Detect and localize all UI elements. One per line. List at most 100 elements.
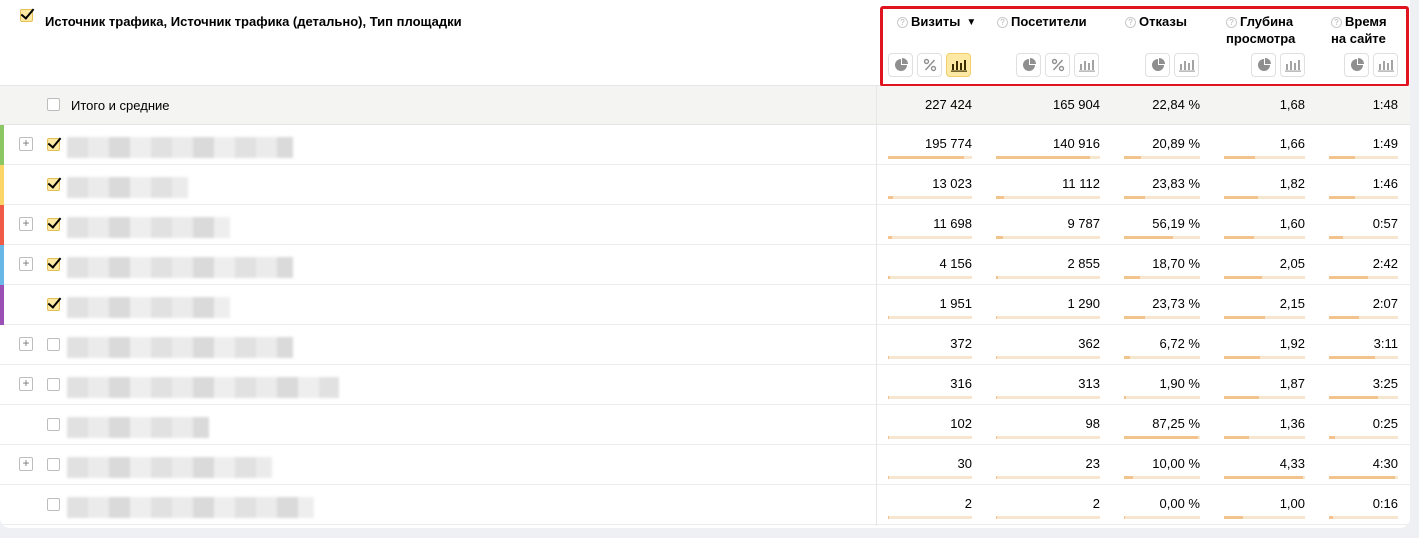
table-row[interactable]: 1 951 1 290 23,73 % 2,15 2:07 [0, 285, 1410, 325]
cell-time-on-site: 1:49 [1372, 136, 1398, 151]
column-divider [876, 86, 877, 526]
expand-row-button[interactable]: + [19, 337, 33, 351]
share-bar-time-on-site [1329, 196, 1398, 199]
cell-visitors: 2 [1092, 496, 1100, 511]
cell-bounces: 1,90 % [1159, 376, 1200, 391]
table-row[interactable]: +11 698 9 787 56,19 % 1,60 0:57 [0, 205, 1410, 245]
share-bar-bounces [1124, 356, 1200, 359]
cell-bounces: 56,19 % [1152, 216, 1200, 231]
cell-visitors: 23 [1085, 456, 1100, 471]
table-row[interactable]: +195 774 140 916 20,89 % 1,66 1:49 [0, 125, 1410, 165]
cell-visits: 316 [950, 376, 972, 391]
cell-bounces: 23,73 % [1152, 296, 1200, 311]
row-checkbox[interactable] [47, 378, 60, 391]
share-bar-visitors [996, 516, 1100, 519]
cell-depth: 1,36 [1279, 416, 1305, 431]
cell-bounces: 20,89 % [1152, 136, 1200, 151]
table-header: Источник трафика, Источник трафика (дета… [0, 0, 1410, 87]
cell-visitors: 1 290 [1067, 296, 1100, 311]
cell-depth: 1,92 [1279, 336, 1305, 351]
row-color-marker [0, 125, 4, 165]
share-bar-visitors [996, 436, 1100, 439]
table-row[interactable]: +4 156 2 855 18,70 % 2,05 2:42 [0, 245, 1410, 285]
dimensions-checkbox[interactable] [20, 9, 33, 22]
share-bar-visitors [996, 196, 1100, 199]
expand-row-button[interactable]: + [19, 377, 33, 391]
cell-time-on-site: 3:25 [1372, 376, 1398, 391]
share-bar-time-on-site [1329, 436, 1398, 439]
redacted-dimension-label [67, 497, 314, 518]
cell-depth: 1,82 [1279, 176, 1305, 191]
share-bar-bounces [1124, 156, 1200, 159]
table-row[interactable]: 2 2 0,00 % 1,00 0:16 [0, 485, 1410, 525]
share-bar-depth [1224, 316, 1305, 319]
share-bar-visits [888, 236, 972, 239]
row-checkbox[interactable] [47, 258, 60, 271]
row-color-marker [0, 165, 4, 205]
share-bar-depth [1224, 356, 1305, 359]
table-row[interactable]: +372 362 6,72 % 1,92 3:11 [0, 325, 1410, 365]
expand-row-button[interactable]: + [19, 137, 33, 151]
share-bar-bounces [1124, 436, 1200, 439]
redacted-dimension-label [67, 217, 230, 238]
row-checkbox[interactable] [47, 298, 60, 311]
share-bar-depth [1224, 436, 1305, 439]
share-bar-bounces [1124, 516, 1200, 519]
totals-label: Итого и средние [71, 98, 170, 113]
cell-depth: 1,00 [1279, 496, 1305, 511]
table-row[interactable]: +30 23 10,00 % 4,33 4:30 [0, 445, 1410, 485]
redacted-dimension-label [67, 177, 188, 198]
cell-visitors: 9 787 [1067, 216, 1100, 231]
cell-time-on-site: 0:25 [1372, 416, 1398, 431]
cell-visits: 30 [957, 456, 972, 471]
row-color-marker [0, 205, 4, 245]
dimensions-title[interactable]: Источник трафика, Источник трафика (дета… [45, 14, 462, 29]
cell-visitors: 98 [1085, 416, 1100, 431]
expand-row-button[interactable]: + [19, 257, 33, 271]
row-checkbox[interactable] [47, 138, 60, 151]
expand-row-button[interactable]: + [19, 457, 33, 471]
share-bar-time-on-site [1329, 156, 1398, 159]
share-bar-visits [888, 356, 972, 359]
report-table: Источник трафика, Источник трафика (дета… [0, 0, 1410, 528]
share-bar-time-on-site [1329, 476, 1398, 479]
share-bar-visits [888, 396, 972, 399]
share-bar-visits [888, 316, 972, 319]
cell-visitors: 140 916 [1053, 136, 1100, 151]
row-color-marker [0, 245, 4, 285]
row-checkbox[interactable] [47, 338, 60, 351]
row-color-marker [0, 285, 4, 325]
expand-row-button[interactable]: + [19, 217, 33, 231]
cell-visitors: 313 [1078, 376, 1100, 391]
share-bar-bounces [1124, 476, 1200, 479]
cell-time-on-site: 2:42 [1372, 256, 1398, 271]
cell-time-on-site: 4:30 [1372, 456, 1398, 471]
redacted-dimension-label [67, 377, 339, 398]
totals-value-depth: 1,68 [1279, 97, 1305, 112]
cell-visits: 1 951 [939, 296, 972, 311]
cell-bounces: 6,72 % [1159, 336, 1200, 351]
totals-checkbox[interactable] [47, 98, 60, 111]
cell-visitors: 362 [1078, 336, 1100, 351]
share-bar-visits [888, 436, 972, 439]
share-bar-bounces [1124, 396, 1200, 399]
cell-depth: 1,87 [1279, 376, 1305, 391]
redacted-dimension-label [67, 297, 230, 318]
table-row[interactable]: 102 98 87,25 % 1,36 0:25 [0, 405, 1410, 445]
share-bar-time-on-site [1329, 276, 1398, 279]
cell-visits: 2 [964, 496, 972, 511]
totals-value-visitors: 165 904 [1053, 97, 1100, 112]
row-checkbox[interactable] [47, 458, 60, 471]
table-row[interactable]: +316 313 1,90 % 1,87 3:25 [0, 365, 1410, 405]
share-bar-time-on-site [1329, 356, 1398, 359]
share-bar-time-on-site [1329, 316, 1398, 319]
redacted-dimension-label [67, 457, 272, 478]
row-checkbox[interactable] [47, 178, 60, 191]
row-checkbox[interactable] [47, 218, 60, 231]
cell-bounces: 18,70 % [1152, 256, 1200, 271]
share-bar-visitors [996, 276, 1100, 279]
row-checkbox[interactable] [47, 418, 60, 431]
table-row[interactable]: 13 023 11 112 23,83 % 1,82 1:46 [0, 165, 1410, 205]
share-bar-time-on-site [1329, 396, 1398, 399]
row-checkbox[interactable] [47, 498, 60, 511]
